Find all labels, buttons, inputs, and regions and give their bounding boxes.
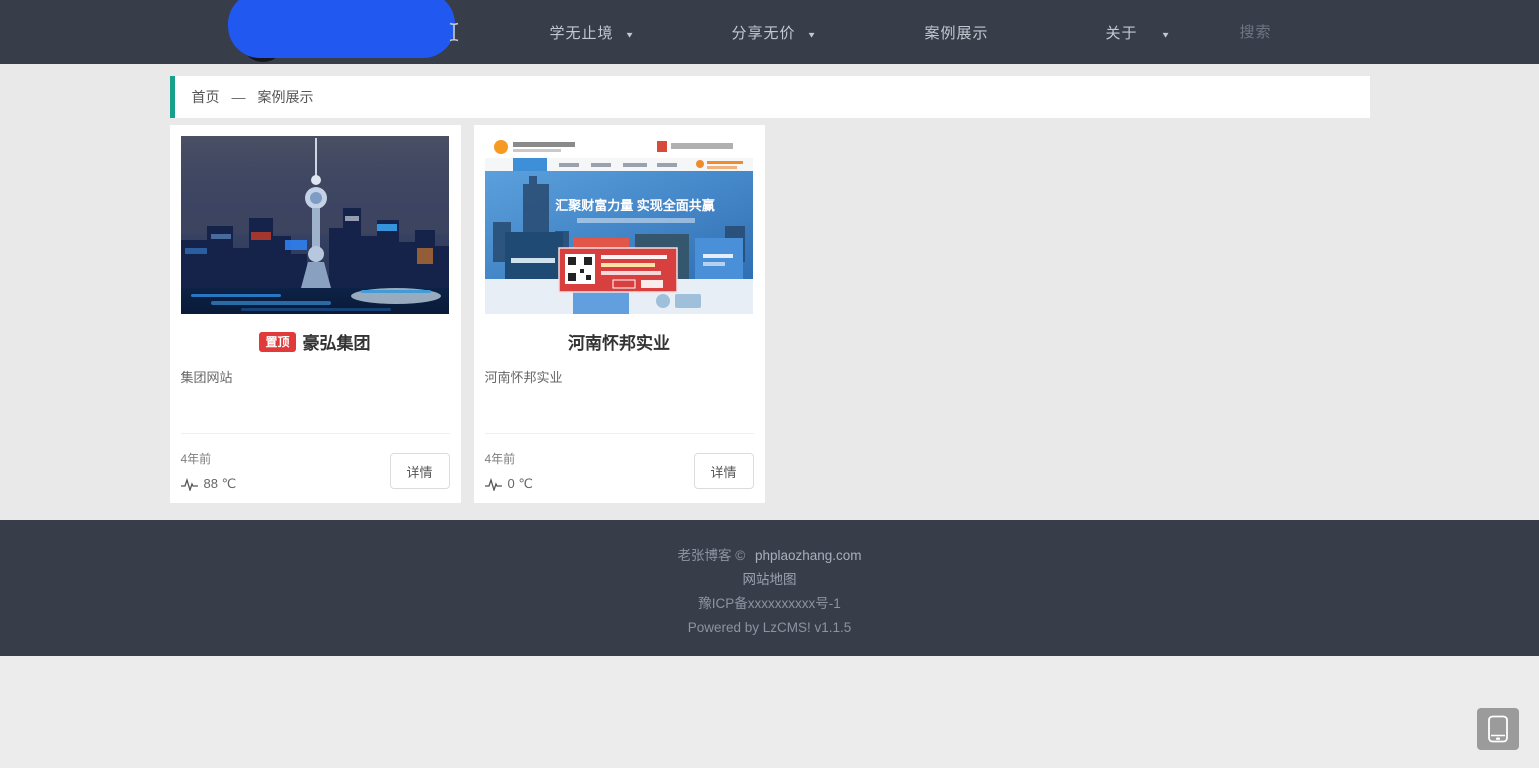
breadcrumb-current: 案例展示 <box>257 89 314 105</box>
chevron-down-icon: ▼ <box>1160 30 1172 40</box>
case-heat: 88 ℃ <box>180 476 237 492</box>
case-temperature-value: 88 ℃ <box>203 476 237 491</box>
nav-item-about[interactable]: 关于 ▼ <box>1048 22 1230 43</box>
case-time: 4年前 <box>484 452 516 466</box>
footer-domain-link[interactable]: phplaozhang.com <box>755 548 862 563</box>
case-description: 河南怀邦实业 <box>484 370 563 385</box>
detail-button[interactable]: 详情 <box>693 453 754 489</box>
case-time: 4年前 <box>180 452 212 466</box>
case-heat: 0 ℃ <box>484 476 533 492</box>
nav-item-label: 案例展示 <box>924 24 989 42</box>
footer-copyright: 老张博客 © <box>677 548 746 563</box>
chevron-down-icon: ▼ <box>806 30 818 40</box>
nav-item-label: 分享无价 <box>731 24 796 42</box>
banner-slogan-text: 汇聚财富力量 实现全面共赢 <box>555 198 715 213</box>
case-card-huaibang: 汇聚财富力量 实现全面共赢 河南怀邦实业 河南怀邦实业 4年前 0 ℃ 详情 <box>473 125 765 503</box>
bottom-strip <box>0 656 1539 768</box>
page: 学无止境 ▼ 分享无价 ▼ 案例展示 关于 ▼ 首页 — <box>0 0 1539 768</box>
mobile-view-button[interactable] <box>1477 708 1519 750</box>
nav-item-learning[interactable]: 学无止境 ▼ <box>502 22 684 43</box>
case-title-text: 河南怀邦实业 <box>568 334 670 353</box>
case-card-haohong: 置顶 豪弘集团 集团网站 4年前 88 ℃ 详情 <box>169 125 461 503</box>
chevron-down-icon: ▼ <box>624 30 636 40</box>
search-input[interactable] <box>1239 23 1370 41</box>
case-thumbnail-website-screenshot[interactable]: 汇聚财富力量 实现全面共赢 <box>484 136 753 314</box>
case-title[interactable]: 河南怀邦实业 <box>485 329 754 354</box>
footer-icp: 豫ICP备xxxxxxxxxx号-1 <box>698 596 841 611</box>
main-content: 首页 — 案例展示 置顶 豪弘集团 集团网站 4年前 88 ℃ 详情 汇聚财富力… <box>0 64 1539 520</box>
breadcrumb-home-link[interactable]: 首页 <box>192 87 220 107</box>
footer-sitemap-link[interactable]: 网站地图 <box>743 572 797 587</box>
case-thumbnail-shanghai-skyline[interactable] <box>180 136 449 314</box>
case-temperature-value: 0 ℃ <box>507 476 533 491</box>
mobile-phone-icon <box>1488 715 1508 743</box>
case-meta: 4年前 0 ℃ 详情 <box>484 433 754 492</box>
text-cursor-icon <box>449 22 459 42</box>
site-footer: 老张博客 © phplaozhang.com 网站地图 豫ICP备xxxxxxx… <box>0 520 1539 656</box>
footer-powered-by: Powered by LzCMS! v1.1.5 <box>687 620 852 635</box>
case-title[interactable]: 置顶 豪弘集团 <box>181 329 450 354</box>
top-navbar: 学无止境 ▼ 分享无价 ▼ 案例展示 关于 ▼ <box>0 0 1539 64</box>
case-list: 置顶 豪弘集团 集团网站 4年前 88 ℃ 详情 汇聚财富力量 实现全面共赢 河… <box>169 125 1370 503</box>
case-description: 集团网站 <box>180 370 233 385</box>
pulse-icon <box>484 477 502 491</box>
detail-button[interactable]: 详情 <box>389 453 450 489</box>
breadcrumb-separator: — <box>231 89 246 105</box>
nav-item-sharing[interactable]: 分享无价 ▼ <box>684 22 866 43</box>
nav-item-label: 关于 <box>1105 24 1138 42</box>
case-meta: 4年前 88 ℃ 详情 <box>180 433 450 492</box>
nav-item-label: 学无止境 <box>549 24 614 42</box>
pulse-icon <box>180 477 198 491</box>
case-title-text: 豪弘集团 <box>302 334 371 353</box>
nav-menu: 学无止境 ▼ 分享无价 ▼ 案例展示 关于 ▼ <box>502 22 1230 43</box>
logo-blue-overlay <box>228 0 455 58</box>
breadcrumb: 首页 — 案例展示 <box>169 76 1370 118</box>
pinned-badge: 置顶 <box>259 331 296 352</box>
nav-item-cases[interactable]: 案例展示 <box>866 22 1048 43</box>
